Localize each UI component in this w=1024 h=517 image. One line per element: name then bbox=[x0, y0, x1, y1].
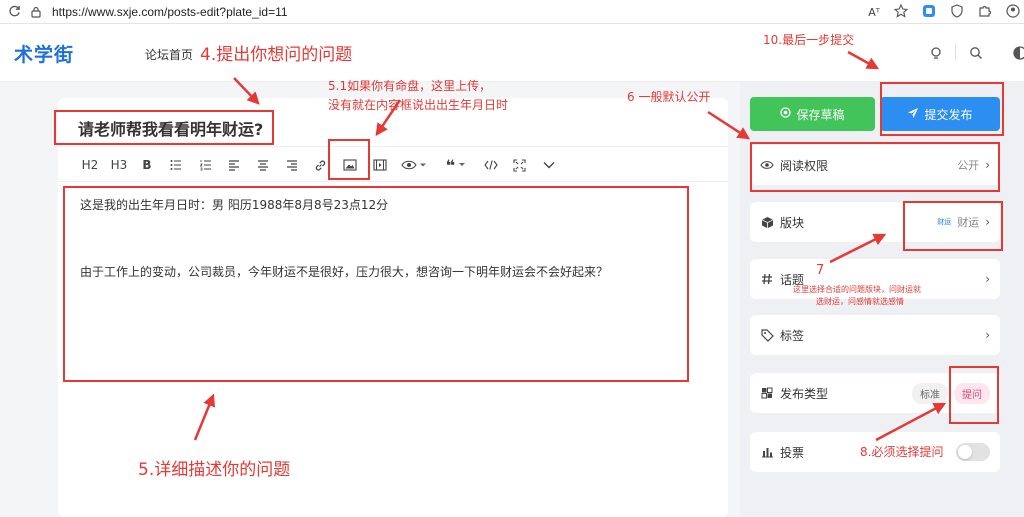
site-logo[interactable]: 术学街 bbox=[14, 40, 74, 67]
preview-eye-icon[interactable] bbox=[400, 155, 428, 175]
vote-label: 投票 bbox=[780, 445, 805, 460]
chevron-right-icon: › bbox=[985, 328, 990, 342]
annotation-step7-note-line2: 选财运，问感情就选感情 bbox=[816, 297, 904, 306]
header-divider bbox=[955, 44, 956, 60]
cube-icon bbox=[760, 215, 774, 229]
bullet-list-icon[interactable] bbox=[169, 155, 183, 175]
tag-icon bbox=[760, 328, 774, 342]
align-center-icon[interactable] bbox=[256, 155, 270, 175]
site-header: 术学街 论坛首页 bbox=[0, 24, 1024, 82]
editor-toolbar: H2 H3 B ❝ bbox=[58, 146, 728, 182]
save-draft-label: 保存草稿 bbox=[796, 107, 845, 122]
post-type-icon bbox=[760, 386, 774, 400]
draft-target-icon bbox=[780, 107, 792, 121]
annotation-box-title bbox=[54, 110, 274, 145]
read-aloud-icon[interactable]: Aᵀ bbox=[868, 6, 880, 19]
annotation-step8: 8.必须选择提问 bbox=[860, 445, 944, 459]
video-icon[interactable] bbox=[372, 155, 388, 175]
browser-address-bar: https://www.sxje.com/posts-edit?plate_id… bbox=[0, 0, 1024, 24]
annotation-box-ask bbox=[949, 366, 999, 424]
search-icon[interactable] bbox=[968, 45, 984, 61]
save-draft-button[interactable]: 保存草稿 bbox=[750, 97, 875, 131]
code-icon[interactable] bbox=[483, 155, 499, 175]
annotation-step5: 5.详细描述你的问题 bbox=[138, 460, 291, 480]
annotation-step4: 4.提出你想问的问题 bbox=[200, 45, 353, 65]
align-right-icon[interactable] bbox=[285, 155, 299, 175]
annotation-box-section bbox=[903, 201, 1003, 251]
post-type-standard-option[interactable]: 标准 bbox=[912, 382, 948, 404]
vote-toggle[interactable] bbox=[956, 443, 990, 461]
heading2-button[interactable]: H2 bbox=[80, 155, 100, 175]
favorite-star-icon[interactable] bbox=[893, 3, 909, 22]
notification-bell-icon[interactable] bbox=[928, 45, 944, 61]
annotation-step51-line2: 没有就在内容框说出出生年月日时 bbox=[328, 98, 509, 112]
theme-toggle-icon[interactable] bbox=[1012, 45, 1024, 61]
profile-icon[interactable] bbox=[1006, 3, 1020, 22]
tags-row[interactable]: 标签 › bbox=[750, 315, 1000, 355]
annotation-step10: 10.最后一步提交 bbox=[763, 33, 855, 47]
chevron-right-icon: › bbox=[985, 272, 990, 286]
post-type-label: 发布类型 bbox=[780, 386, 829, 401]
link-icon[interactable] bbox=[313, 155, 327, 175]
annotation-box-permission bbox=[750, 142, 1000, 192]
annotation-step6: 6 一般默认公开 bbox=[627, 90, 711, 104]
bold-button[interactable]: B bbox=[140, 155, 154, 175]
lock-icon[interactable] bbox=[28, 4, 44, 20]
annotation-step7: 7 bbox=[816, 263, 825, 278]
more-chevron-down-icon[interactable] bbox=[542, 155, 556, 175]
annotation-step51-line1: 5.1如果你有命盘，这里上传， bbox=[328, 79, 492, 93]
extension-blue-icon[interactable] bbox=[922, 3, 936, 22]
hashtag-icon bbox=[760, 272, 774, 286]
url-text[interactable]: https://www.sxje.com/posts-edit?plate_id… bbox=[52, 5, 288, 19]
refresh-icon[interactable] bbox=[6, 4, 22, 20]
annotation-box-content bbox=[63, 186, 689, 382]
annotation-box-image bbox=[328, 139, 370, 180]
tags-label: 标签 bbox=[780, 328, 805, 343]
nav-forum-home[interactable]: 论坛首页 bbox=[145, 46, 193, 63]
blockquote-icon[interactable]: ❝ bbox=[442, 155, 470, 175]
extension-shield-icon[interactable] bbox=[950, 3, 964, 22]
quote-glyph: ❝ bbox=[445, 155, 456, 175]
fullscreen-icon[interactable] bbox=[511, 155, 527, 175]
ordered-list-icon[interactable] bbox=[199, 155, 213, 175]
align-left-icon[interactable] bbox=[227, 155, 241, 175]
extensions-puzzle-icon[interactable] bbox=[978, 3, 992, 22]
annotation-step7-note-line1: 这里选择合适的问题版块，问财运就 bbox=[793, 285, 921, 294]
heading3-button[interactable]: H3 bbox=[109, 155, 129, 175]
bar-chart-icon bbox=[760, 445, 774, 459]
section-label: 版块 bbox=[780, 215, 805, 230]
annotation-box-submit bbox=[880, 82, 1004, 136]
